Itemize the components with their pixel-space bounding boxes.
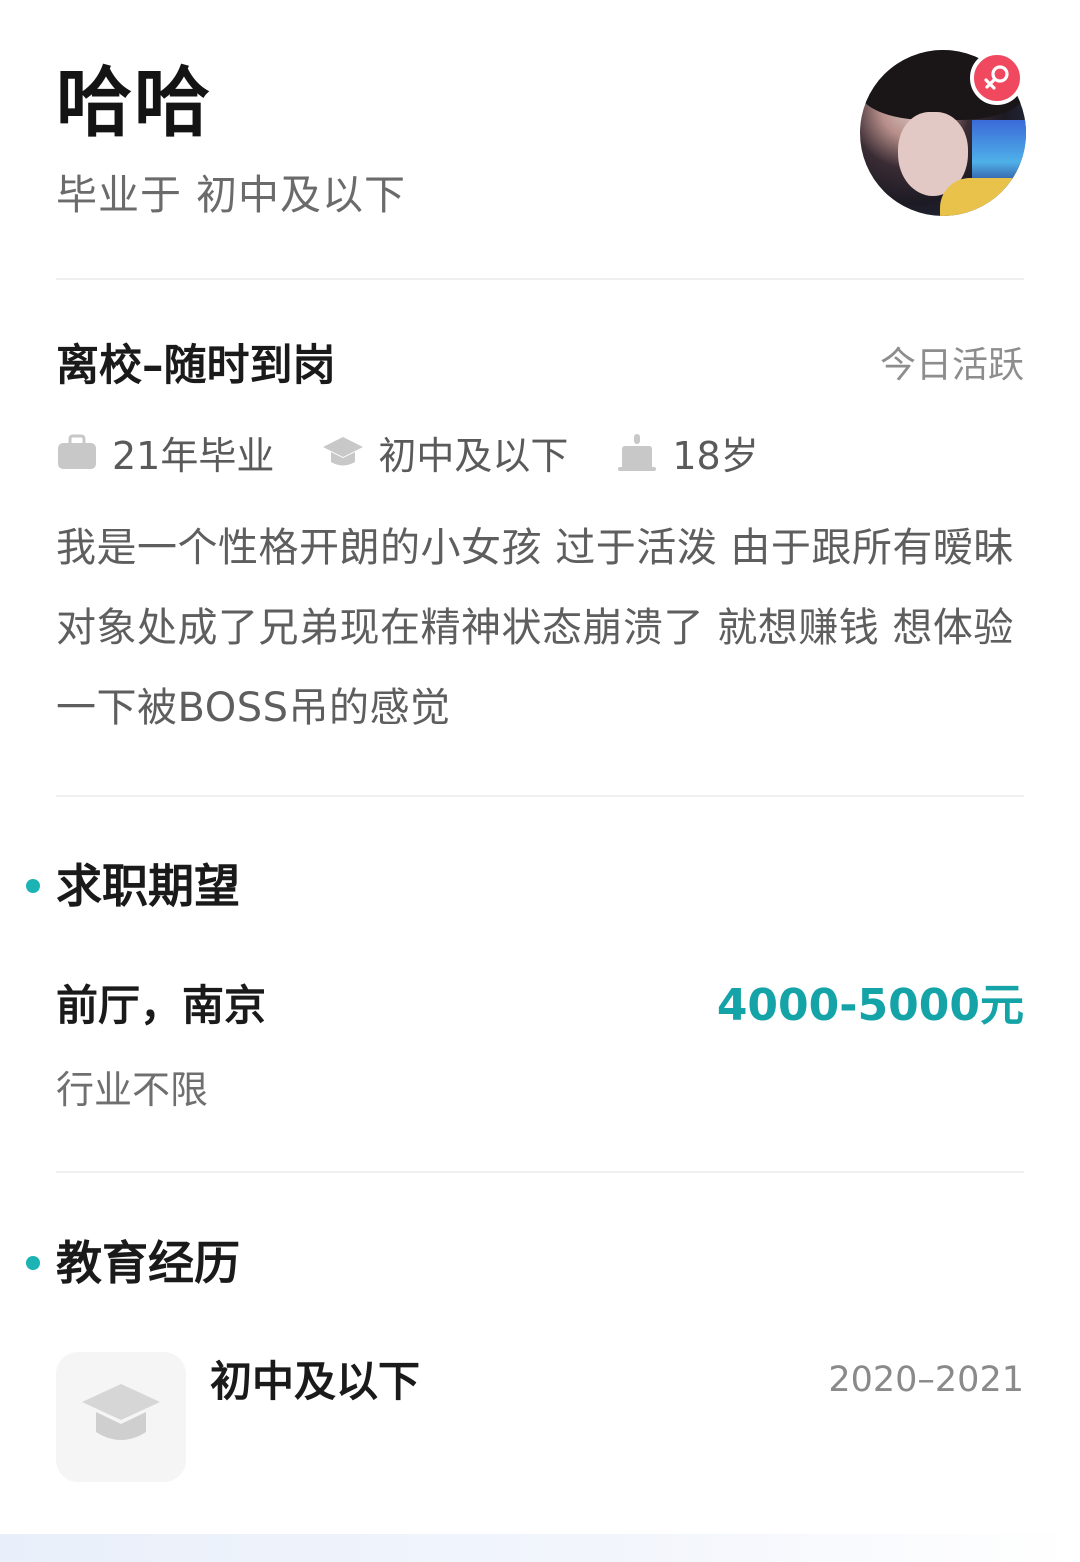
meta-education: 初中及以下 — [322, 425, 568, 480]
section-title-education: 教育经历 — [56, 1236, 240, 1290]
graduation-cap-icon — [82, 1384, 160, 1440]
job-status: 离校–随时到岗 — [56, 341, 336, 391]
candidate-meta-row: 21年毕业 初中及以下 18岁 — [56, 424, 807, 480]
birthday-cake-icon — [616, 431, 658, 473]
school-name[interactable]: 初中及以下 — [210, 1356, 420, 1408]
candidate-name: 哈哈 — [56, 58, 212, 147]
meta-text: 21年毕业 — [112, 433, 275, 478]
briefcase-icon — [56, 431, 98, 473]
meta-age: 18岁 — [616, 425, 759, 480]
meta-text: 初中及以下 — [378, 433, 569, 478]
graduation-summary: 毕业于 初中及以下 — [56, 171, 407, 219]
bottom-bar — [0, 1534, 1080, 1562]
expected-industry: 行业不限 — [56, 1068, 209, 1112]
meta-graduation-year: 21年毕业 — [56, 425, 274, 480]
education-years: 2020–2021 — [828, 1360, 1024, 1400]
section-marker — [26, 879, 40, 893]
divider — [56, 795, 1024, 797]
expected-salary: 4000-5000元 — [716, 980, 1024, 1031]
graduation-cap-icon — [322, 431, 364, 473]
meta-text: 18岁 — [672, 433, 759, 478]
divider — [56, 1171, 1024, 1173]
section-title-expectation: 求职期望 — [56, 859, 240, 913]
section-marker — [26, 1256, 40, 1270]
divider — [56, 278, 1024, 280]
female-icon — [970, 51, 1024, 105]
active-status-badge: 今日活跃 — [879, 345, 1024, 386]
self-introduction: 我是一个性格开朗的小女孩 过于活泼 由于跟所有暧昧对象处成了兄弟现在精神状态崩溃… — [56, 525, 1014, 731]
school-logo — [56, 1352, 186, 1482]
expected-position[interactable]: 前厅，南京 — [56, 980, 266, 1032]
resume-page: 哈哈 毕业于 初中及以下 离校–随时到岗 今日活跃 21年毕业 初中及以下 18… — [0, 0, 1080, 1562]
